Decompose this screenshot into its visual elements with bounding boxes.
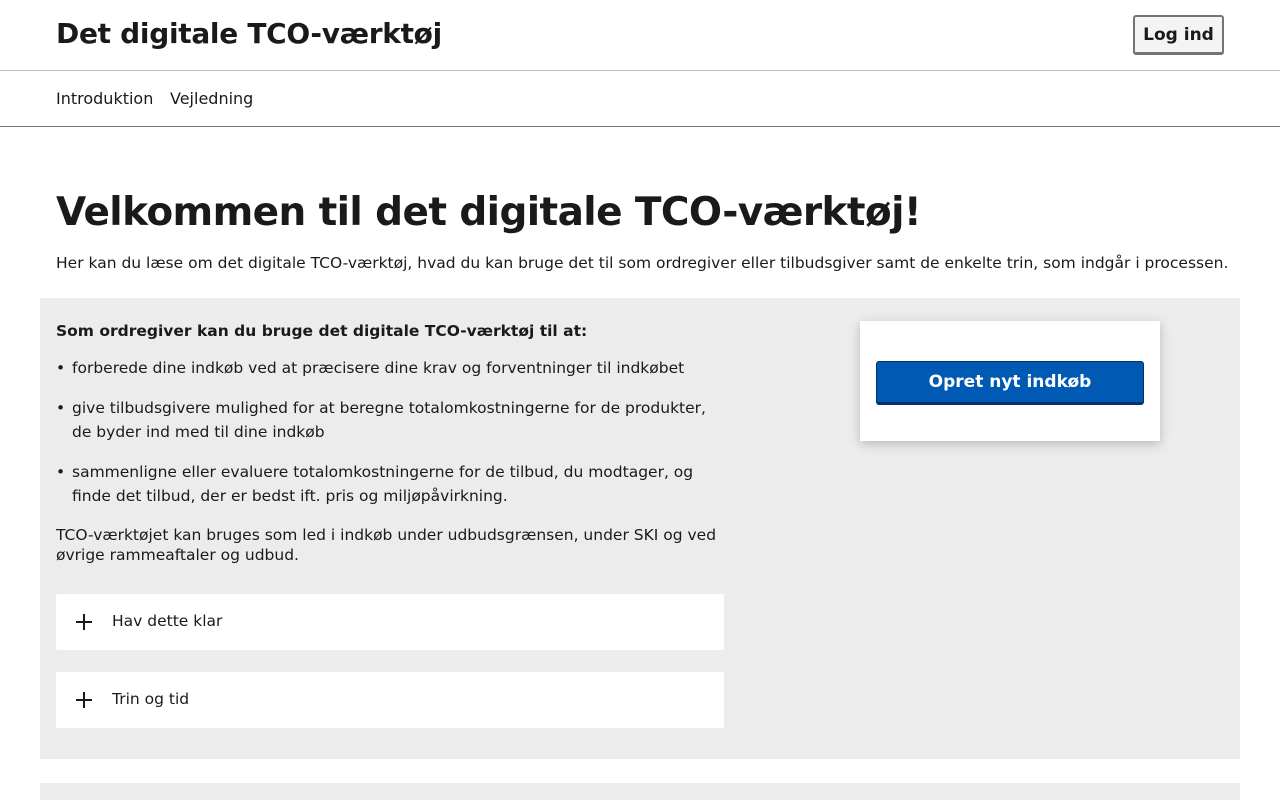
list-item-text: forberede dine indkøb ved at præcisere d… [72, 359, 685, 377]
login-button[interactable]: Log ind [1133, 15, 1224, 55]
plus-icon [76, 614, 92, 630]
intro-heading: Som ordregiver kan du bruge det digitale… [56, 322, 588, 340]
accordion-label: Hav dette klar [112, 612, 223, 630]
usage-note: TCO-værktøjet kan bruges som led i indkø… [56, 526, 717, 564]
accordion-label: Trin og tid [112, 690, 190, 708]
main-nav: Introduktion Vejledning [0, 71, 1280, 127]
accordion-hav-dette-klar[interactable]: Hav dette klar [56, 594, 724, 650]
benefit-list: • forberede dine indkøb ved at præcisere … [56, 356, 716, 524]
bullet-icon: • [56, 359, 66, 377]
bullet-icon: • [56, 463, 66, 481]
accordion-trin-og-tid[interactable]: Trin og tid [56, 672, 724, 728]
site-header: Det digitale TCO-værktøj Log ind [0, 0, 1280, 71]
nav-item-introduktion[interactable]: Introduktion [56, 89, 153, 108]
bullet-icon: • [56, 399, 66, 417]
secondary-panel [40, 783, 1240, 800]
create-purchase-card: Opret nyt indkøb [860, 321, 1160, 441]
list-item: • give tilbudsgivere mulighed for at bere… [56, 396, 716, 444]
nav-item-vejledning[interactable]: Vejledning [170, 89, 253, 108]
plus-icon [76, 692, 92, 708]
create-purchase-button[interactable]: Opret nyt indkøb [876, 361, 1144, 405]
ordregiver-panel: Som ordregiver kan du bruge det digitale… [40, 298, 1240, 759]
site-title[interactable]: Det digitale TCO-værktøj [56, 17, 442, 50]
list-item-text: sammenligne eller evaluere totalomkostni… [72, 463, 694, 505]
list-item: • sammenligne eller evaluere totalomkostn… [56, 460, 716, 508]
list-item: • forberede dine indkøb ved at præcisere … [56, 356, 716, 380]
page-title: Velkommen til det digitale TCO-værktøj! [56, 190, 922, 235]
lead-text: Her kan du læse om det digitale TCO-værk… [56, 254, 1229, 272]
list-item-text: give tilbudsgivere mulighed for at bereg… [72, 399, 706, 441]
